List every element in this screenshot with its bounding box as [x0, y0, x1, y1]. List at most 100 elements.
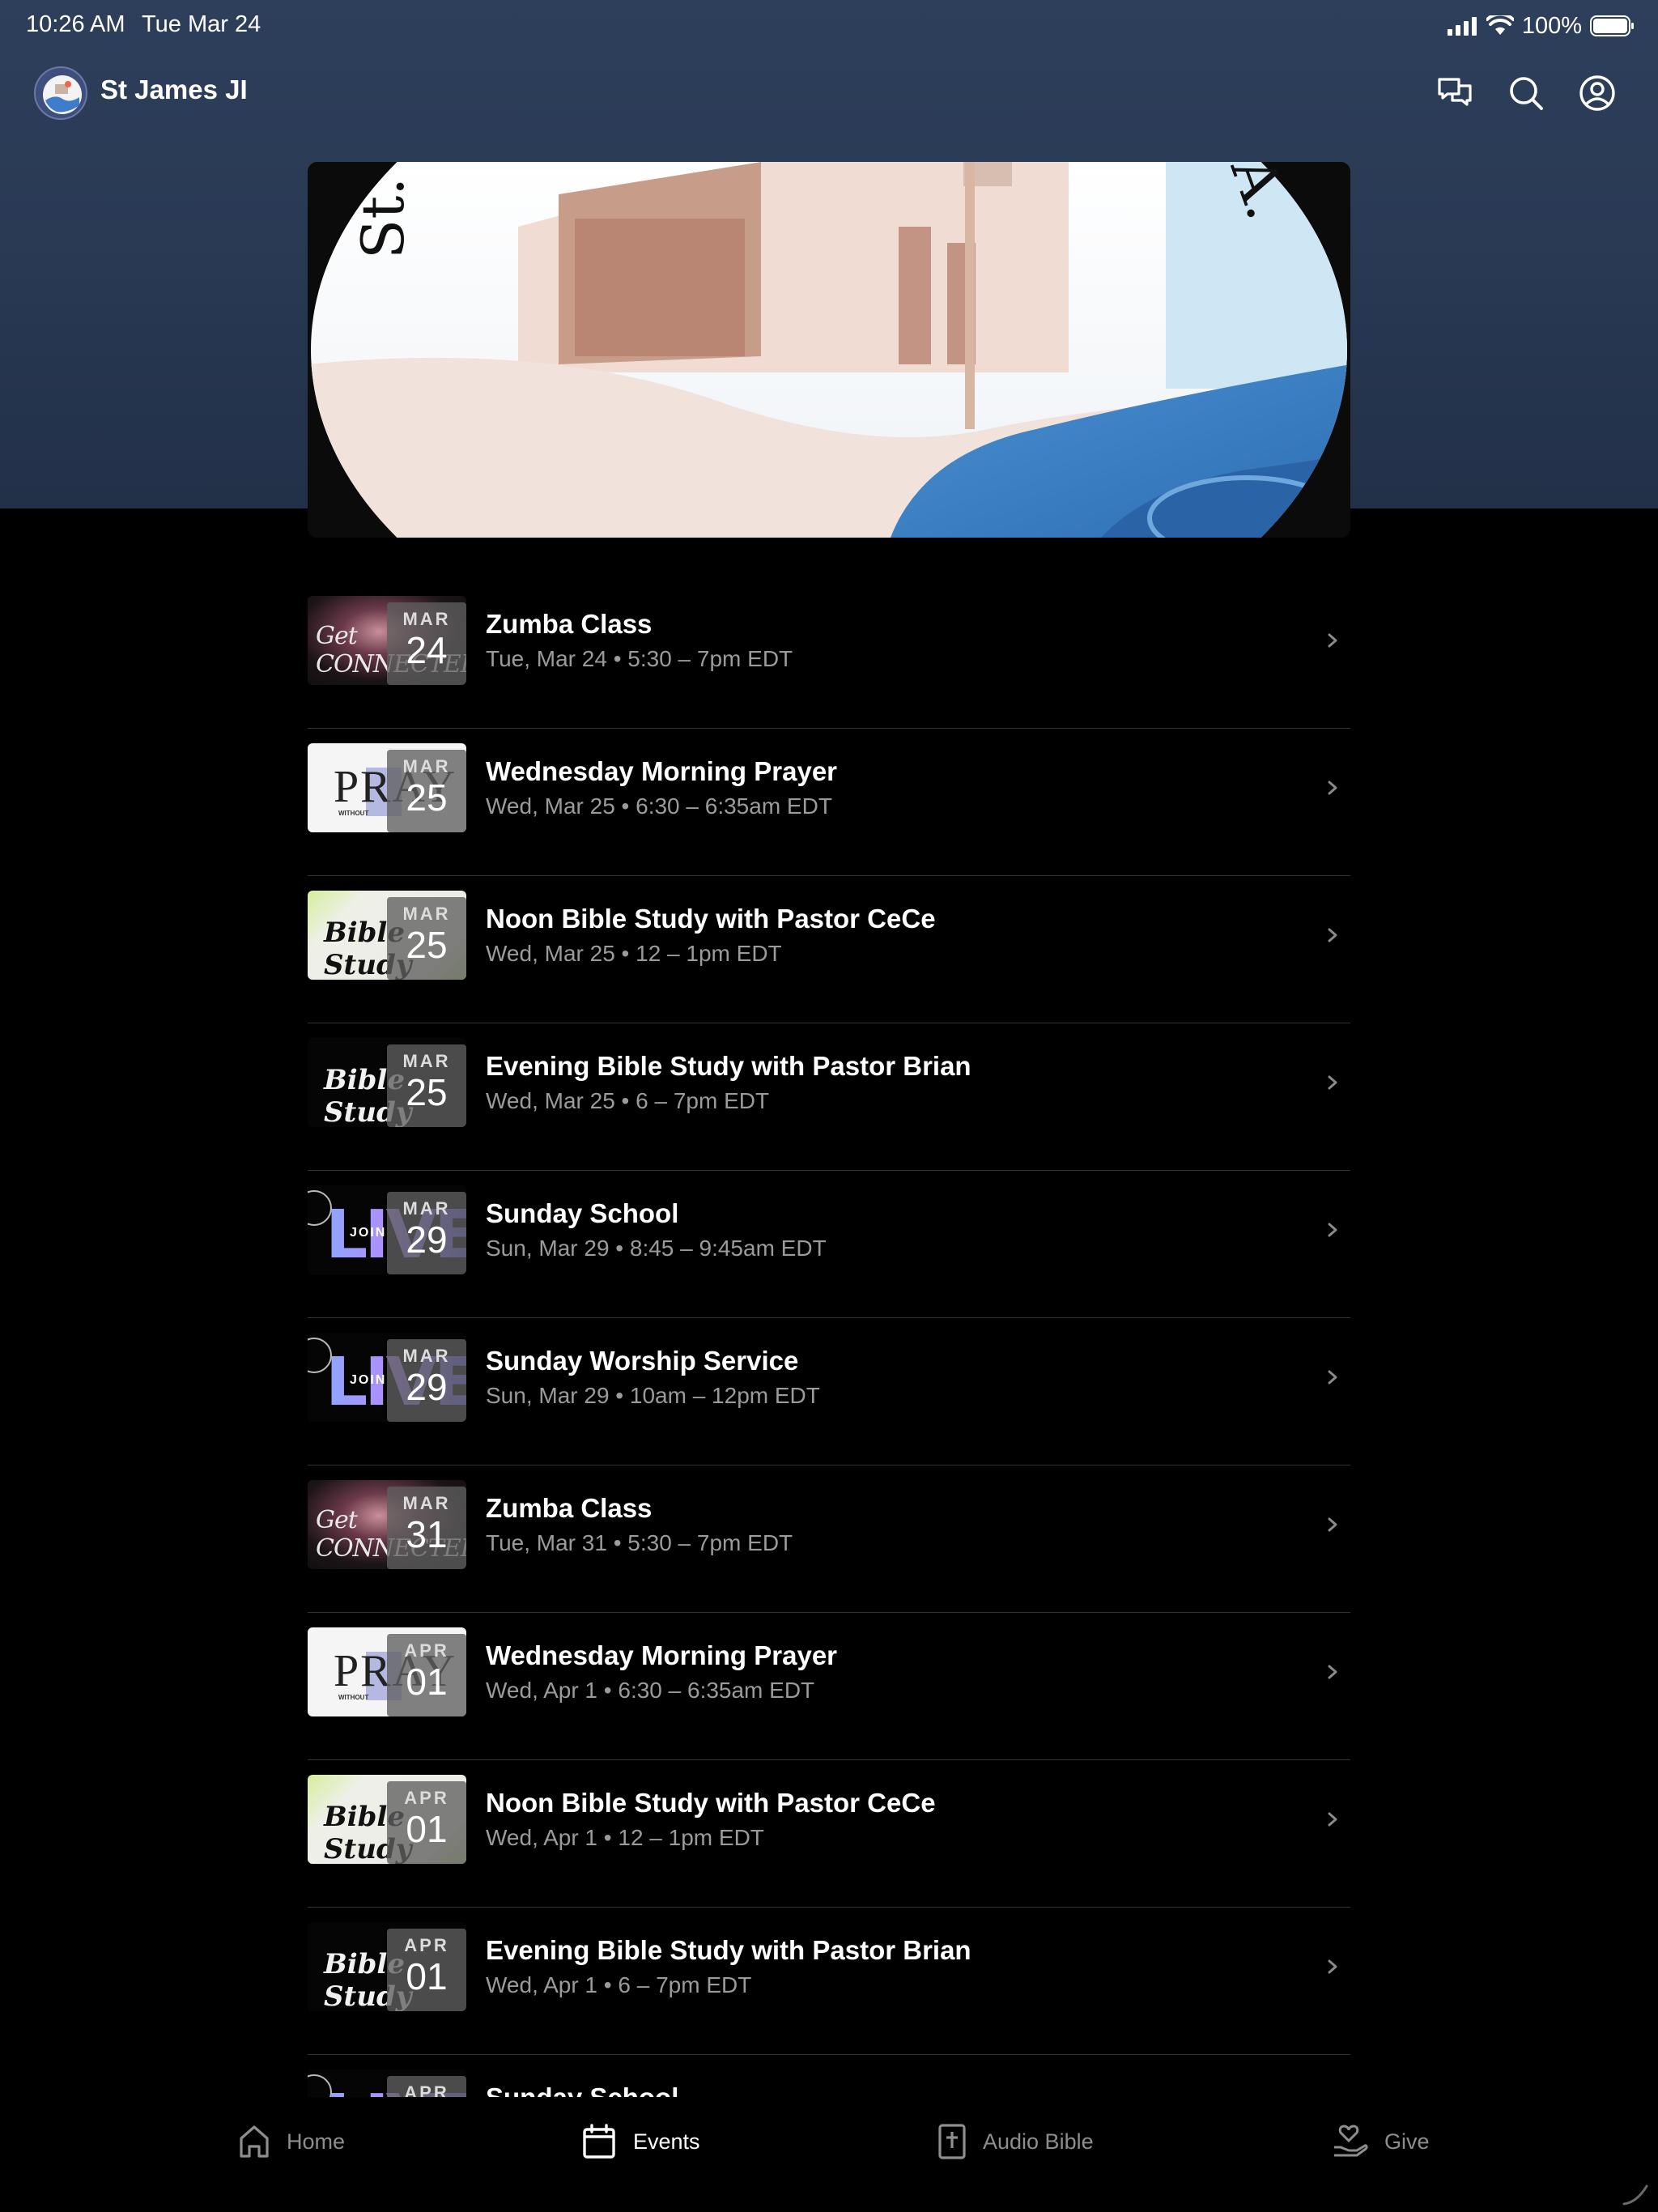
hero-banner[interactable]: St. A. — [308, 162, 1350, 538]
date-badge-day: 24 — [406, 629, 448, 671]
date-badge-month: MAR — [402, 609, 451, 629]
event-title: Noon Bible Study with Pastor CeCe — [486, 904, 936, 934]
thumbnail-art-subtext: WITHOUT — [338, 810, 369, 817]
date-badge-month: APR — [404, 1935, 449, 1955]
date-badge-month: MAR — [402, 1493, 451, 1513]
resize-handle-icon — [1622, 2184, 1648, 2206]
event-time: Sun, Mar 29 • 10am – 12pm EDT — [486, 1383, 820, 1408]
event-row[interactable]: Bible Study APR 01 Evening Bible Study with… — [308, 1908, 1350, 2055]
chevron-right-icon — [1328, 781, 1337, 795]
date-badge-day: 01 — [406, 1955, 448, 1997]
tab-events-label: Events — [633, 2129, 700, 2154]
chat-bubbles-icon[interactable] — [1435, 73, 1475, 113]
event-title: Evening Bible Study with Pastor Brian — [486, 1935, 971, 1965]
date-badge: MAR 29 — [387, 1339, 466, 1422]
date-badge-month: MAR — [402, 1198, 451, 1219]
date-badge-day: 29 — [406, 1219, 448, 1261]
event-row[interactable]: LIVEJOINMAR29Sunday Worship ServiceSun, … — [308, 1318, 1350, 1465]
date-badge-month: MAR — [402, 904, 451, 924]
chevron-right-icon — [1328, 928, 1337, 942]
tab-audio-bible[interactable]: Audio Bible — [937, 2121, 1094, 2162]
event-time: Wed, Mar 25 • 6:30 – 6:35am EDT — [486, 793, 832, 819]
hero-artwork: St. A. — [308, 162, 1350, 538]
date-badge: MAR 25 — [387, 897, 466, 980]
date-badge-day: 31 — [406, 1513, 448, 1555]
tab-home-label: Home — [287, 2129, 346, 2154]
tab-give-label: Give — [1384, 2129, 1430, 2154]
date-badge: MAR 29 — [387, 1192, 466, 1274]
chevron-right-icon — [1328, 1812, 1337, 1827]
event-row[interactable]: PRAYWITHOUTAPR01Wednesday Morning Prayer… — [308, 1613, 1350, 1760]
tab-give[interactable]: Give — [1333, 2121, 1430, 2162]
bottom-tab-bar: Home Events Audio Bible Give — [0, 2097, 1658, 2212]
status-bar: 10:26 AM Tue Mar 24 100% — [0, 0, 1658, 52]
profile-icon[interactable] — [1577, 73, 1618, 113]
event-row[interactable]: Bible Study APR 01 Noon Bible Study with Pa… — [308, 1760, 1350, 1908]
event-time: Wed, Apr 1 • 6:30 – 6:35am EDT — [486, 1678, 815, 1703]
app-title: St James JI — [100, 74, 248, 104]
event-thumbnail: Bible Study MAR 25 — [308, 1038, 466, 1127]
event-title: Zumba Class — [486, 609, 653, 639]
date-badge: MAR 24 — [387, 602, 466, 685]
event-title: Noon Bible Study with Pastor CeCe — [486, 1788, 936, 1818]
event-title: Wednesday Morning Prayer — [486, 756, 838, 786]
date-badge: MAR 25 — [387, 1044, 466, 1127]
app-header: St James JI — [0, 58, 1658, 126]
chevron-right-icon — [1328, 633, 1337, 648]
event-row[interactable]: Bible Study MAR 25 Noon Bible Study with Pa… — [308, 876, 1350, 1023]
event-time: Wed, Mar 25 • 12 – 1pm EDT — [486, 941, 782, 966]
event-time: Wed, Mar 25 • 6 – 7pm EDT — [486, 1088, 770, 1113]
app-screen: 10:26 AM Tue Mar 24 100% St James JI St.… — [0, 0, 1658, 2212]
thumbnail-art-subtext: WITHOUT — [338, 1694, 369, 1701]
event-title: Wednesday Morning Prayer — [486, 1640, 838, 1670]
date-badge-month: MAR — [402, 756, 451, 776]
event-time: Tue, Mar 24 • 5:30 – 7pm EDT — [486, 646, 793, 671]
wifi-icon — [1486, 15, 1514, 35]
give-hand-heart-icon — [1334, 2125, 1368, 2157]
event-thumbnail: Bible Study APR 01 — [308, 1922, 466, 2011]
church-logo[interactable] — [34, 66, 87, 120]
date-badge: APR 01 — [387, 1781, 466, 1864]
date-badge-day: 01 — [406, 1808, 448, 1850]
event-thumbnail: Bible Study MAR 25 — [308, 891, 466, 980]
event-row[interactable]: Get CONNECTEDMAR24 Zumba Class Tue, Mar 24… — [308, 581, 1350, 729]
event-row[interactable]: LIVEJOINMAR29Sunday SchoolSun, Mar 29 • … — [308, 1171, 1350, 1318]
date-badge: APR 01 — [387, 1929, 466, 2011]
event-title: Sunday School — [486, 1198, 679, 1228]
chevron-right-icon — [1328, 1665, 1337, 1679]
thumbnail-art-subtext: JOIN — [350, 1226, 387, 1240]
cellular-signal-icon — [1447, 17, 1477, 36]
event-time: Wed, Apr 1 • 12 – 1pm EDT — [486, 1825, 764, 1850]
tab-home[interactable]: Home — [238, 2121, 345, 2162]
battery-percent: 100% — [1521, 12, 1582, 39]
event-thumbnail: Bible Study APR 01 — [308, 1775, 466, 1864]
chevron-right-icon — [1328, 1075, 1337, 1090]
event-row[interactable]: Bible Study MAR 25 Evening Bible Study with… — [308, 1023, 1350, 1171]
status-time: 10:26 AM — [26, 11, 125, 37]
event-row[interactable]: PRAYWITHOUTMAR25Wednesday Morning Prayer… — [308, 729, 1350, 876]
chevron-right-icon — [1328, 1223, 1337, 1237]
date-badge-month: MAR — [402, 1346, 451, 1366]
chevron-right-icon — [1328, 1370, 1337, 1385]
date-badge-day: 25 — [406, 776, 448, 819]
home-icon — [240, 2125, 269, 2158]
event-row[interactable]: Get CONNECTEDMAR31 Zumba Class Tue, Mar 31… — [308, 1465, 1350, 1613]
event-title: Sunday Worship Service — [486, 1346, 799, 1376]
event-thumbnail: LIVEJOINMAR29 — [308, 1185, 466, 1274]
event-thumbnail: PRAYWITHOUTAPR01 — [308, 1627, 466, 1716]
date-badge-month: APR — [404, 1640, 449, 1661]
calendar-icon — [583, 2124, 615, 2159]
event-thumbnail: PRAYWITHOUTMAR25 — [308, 743, 466, 832]
tab-audio-bible-label: Audio Bible — [983, 2129, 1094, 2154]
bible-book-icon — [938, 2124, 966, 2159]
date-badge: MAR 31 — [387, 1487, 466, 1569]
hero-text-left: St. — [349, 177, 417, 259]
date-badge-month: APR — [404, 1788, 449, 1808]
event-time: Tue, Mar 31 • 5:30 – 7pm EDT — [486, 1530, 793, 1555]
event-time: Sun, Mar 29 • 8:45 – 9:45am EDT — [486, 1236, 827, 1261]
chevron-right-icon — [1328, 1517, 1337, 1532]
search-icon[interactable] — [1506, 73, 1546, 113]
tab-events[interactable]: Events — [581, 2121, 700, 2162]
event-thumbnail: Get CONNECTEDMAR24 — [308, 596, 466, 685]
event-title: Evening Bible Study with Pastor Brian — [486, 1051, 971, 1081]
